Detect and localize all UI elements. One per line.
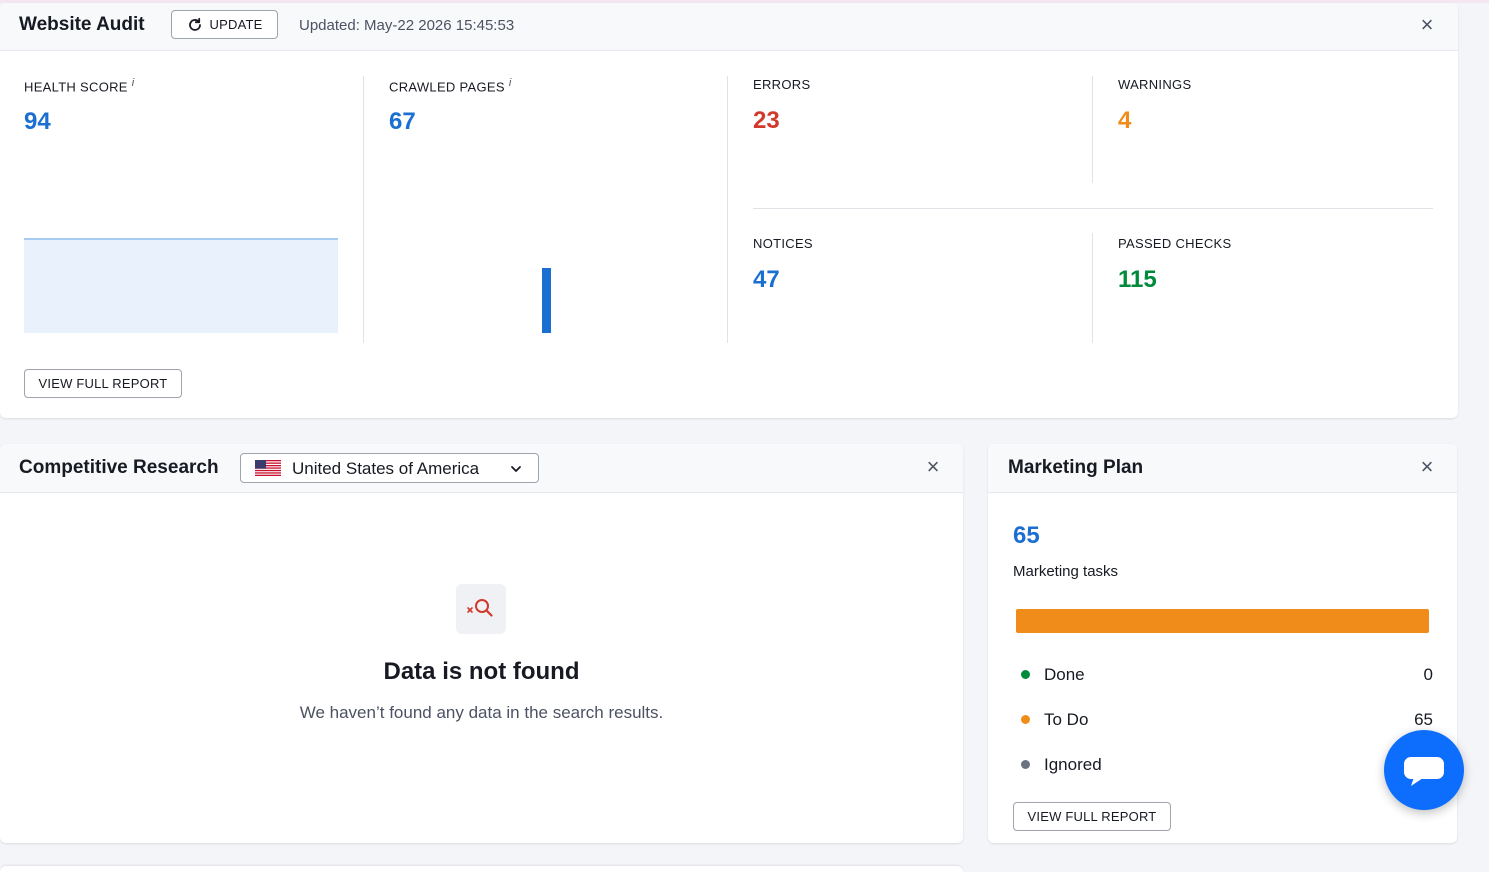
divider — [753, 208, 1433, 209]
us-flag-icon — [255, 460, 281, 476]
crawled-pages-bar — [542, 268, 551, 333]
close-icon[interactable]: × — [923, 456, 943, 478]
divider — [1092, 233, 1093, 343]
chevron-down-icon — [509, 462, 523, 476]
marketing-progress-bar — [1016, 609, 1429, 633]
close-icon[interactable]: × — [1417, 456, 1437, 478]
done-label: Done — [1044, 665, 1085, 684]
competitive-research-card: Competitive Research United States of Am… — [0, 444, 963, 843]
done-value: 0 — [1423, 665, 1433, 684]
ignored-label: Ignored — [1044, 755, 1102, 774]
todo-label: To Do — [1044, 710, 1089, 729]
next-card-edge — [0, 866, 963, 872]
close-icon[interactable]: × — [1417, 14, 1437, 36]
chat-icon — [1404, 754, 1444, 788]
todo-value: 65 — [1414, 710, 1433, 729]
health-score-label: HEALTH SCORE i — [24, 77, 135, 95]
country-select-value: United States of America — [292, 459, 480, 478]
competitive-research-title: Competitive Research — [19, 457, 219, 478]
health-score-chart — [24, 238, 338, 333]
divider — [1092, 76, 1093, 183]
refresh-icon — [187, 17, 203, 33]
empty-state-title: Data is not found — [383, 658, 580, 685]
errors-value[interactable]: 23 — [753, 107, 780, 135]
update-button-label: UPDATE — [209, 17, 263, 32]
divider — [363, 76, 364, 343]
done-dot — [1021, 670, 1030, 679]
chat-button[interactable] — [1384, 730, 1464, 810]
errors-label: ERRORS — [753, 77, 811, 92]
competitive-research-header: Competitive Research United States of Am… — [0, 444, 963, 493]
updated-timestamp: Updated: May-22 2026 15:45:53 — [299, 17, 515, 34]
passed-checks-label: PASSED CHECKS — [1118, 236, 1232, 251]
marketing-tasks-label: Marketing tasks — [1013, 563, 1119, 580]
notices-value[interactable]: 47 — [753, 266, 780, 294]
todo-dot — [1021, 715, 1030, 724]
view-full-report-button[interactable]: VIEW FULL REPORT — [24, 369, 182, 398]
website-audit-header: Website Audit UPDATE Updated: May-22 202… — [0, 3, 1458, 51]
website-audit-title: Website Audit — [19, 14, 145, 35]
health-score-value: 94 — [24, 108, 51, 135]
marketing-plan-header: Marketing Plan × — [988, 444, 1457, 493]
website-audit-card: Website Audit UPDATE Updated: May-22 202… — [0, 3, 1458, 418]
info-icon[interactable]: i — [132, 77, 135, 89]
update-button[interactable]: UPDATE — [171, 10, 278, 39]
warnings-value[interactable]: 4 — [1118, 107, 1131, 135]
crawled-pages-value: 67 — [389, 108, 416, 135]
divider — [727, 76, 728, 343]
country-select[interactable]: United States of America — [240, 453, 539, 483]
info-icon[interactable]: i — [509, 77, 512, 89]
view-full-report-button[interactable]: VIEW FULL REPORT — [1013, 802, 1171, 831]
empty-state-text: We haven’t found any data in the search … — [299, 703, 664, 722]
marketing-tasks-count: 65 — [1013, 522, 1040, 549]
ignored-dot — [1021, 760, 1030, 769]
marketing-plan-title: Marketing Plan — [1008, 457, 1144, 478]
search-not-found-icon — [456, 584, 506, 634]
passed-checks-value[interactable]: 115 — [1118, 266, 1157, 294]
notices-label: NOTICES — [753, 236, 813, 251]
crawled-pages-label: CRAWLED PAGES i — [389, 77, 512, 95]
warnings-label: WARNINGS — [1118, 77, 1192, 92]
